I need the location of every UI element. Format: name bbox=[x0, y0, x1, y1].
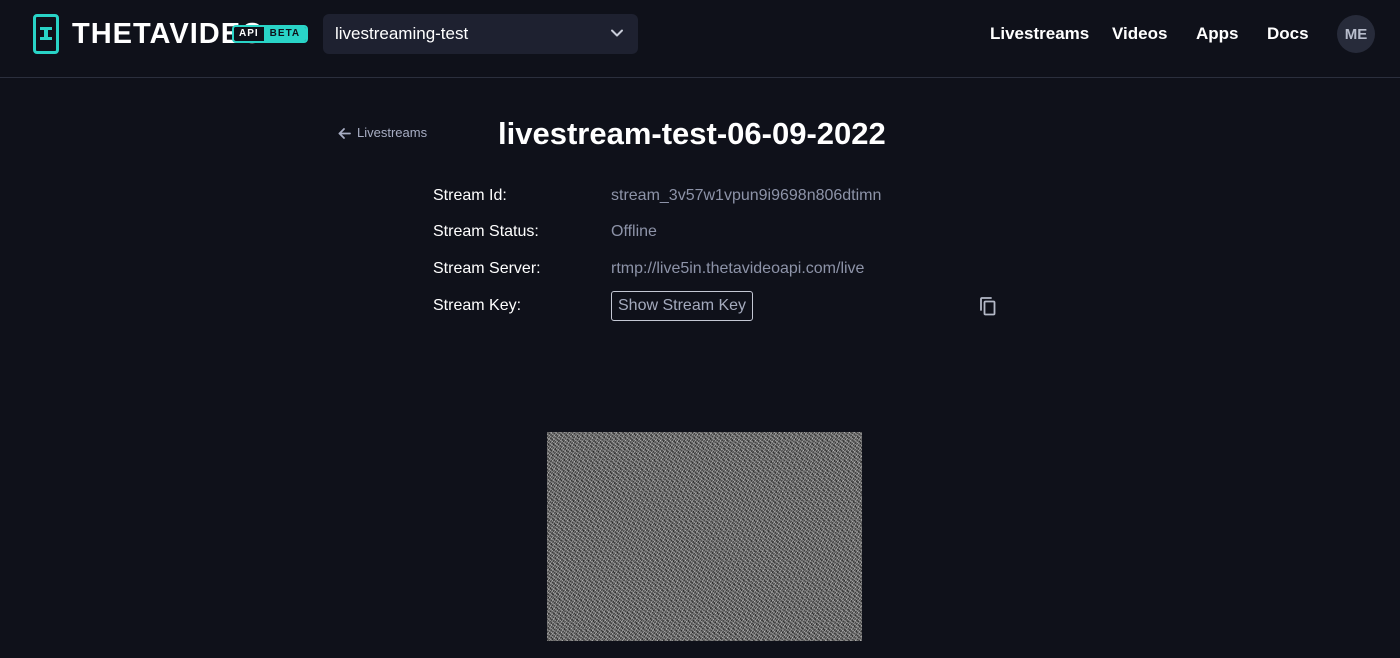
stream-server-label: Stream Server: bbox=[433, 260, 541, 277]
back-to-livestreams-link[interactable]: Livestreams bbox=[338, 124, 427, 142]
stream-server-value: rtmp://live5in.thetavideoapi.com/live bbox=[611, 260, 865, 277]
stream-key-label: Stream Key: bbox=[433, 297, 522, 314]
nav-videos[interactable]: Videos bbox=[1112, 22, 1167, 46]
video-preview-static[interactable] bbox=[547, 432, 862, 641]
nav-apps[interactable]: Apps bbox=[1196, 22, 1239, 46]
theta-logo-icon[interactable] bbox=[33, 14, 59, 54]
badge-beta-label: BETA bbox=[263, 27, 307, 41]
badge-api-label: API bbox=[234, 27, 264, 41]
page-title: livestream-test-06-09-2022 bbox=[498, 116, 886, 151]
show-stream-key-button[interactable]: Show Stream Key bbox=[611, 291, 754, 321]
stream-status-value: Offline bbox=[611, 223, 657, 240]
stream-status-label: Stream Status: bbox=[433, 223, 539, 240]
nav-docs[interactable]: Docs bbox=[1267, 22, 1309, 46]
stream-id-value: stream_3v57w1vpun9i9698n806dtimn bbox=[611, 187, 882, 204]
stream-id-label: Stream Id: bbox=[433, 187, 507, 204]
api-beta-badge: API BETA bbox=[232, 25, 309, 43]
arrow-left-icon bbox=[338, 127, 351, 139]
copy-icon[interactable] bbox=[977, 295, 999, 317]
nav-livestreams[interactable]: Livestreams bbox=[990, 22, 1089, 46]
chevron-down-icon bbox=[611, 29, 623, 37]
project-selector-value: livestreaming-test bbox=[335, 24, 469, 43]
project-selector-dropdown[interactable]: livestreaming-test bbox=[323, 14, 638, 54]
top-navbar: THETAVIDEO API BETA livestreaming-test L… bbox=[0, 0, 1400, 78]
user-avatar[interactable]: ME bbox=[1337, 15, 1375, 53]
back-link-label: Livestreams bbox=[357, 125, 428, 140]
